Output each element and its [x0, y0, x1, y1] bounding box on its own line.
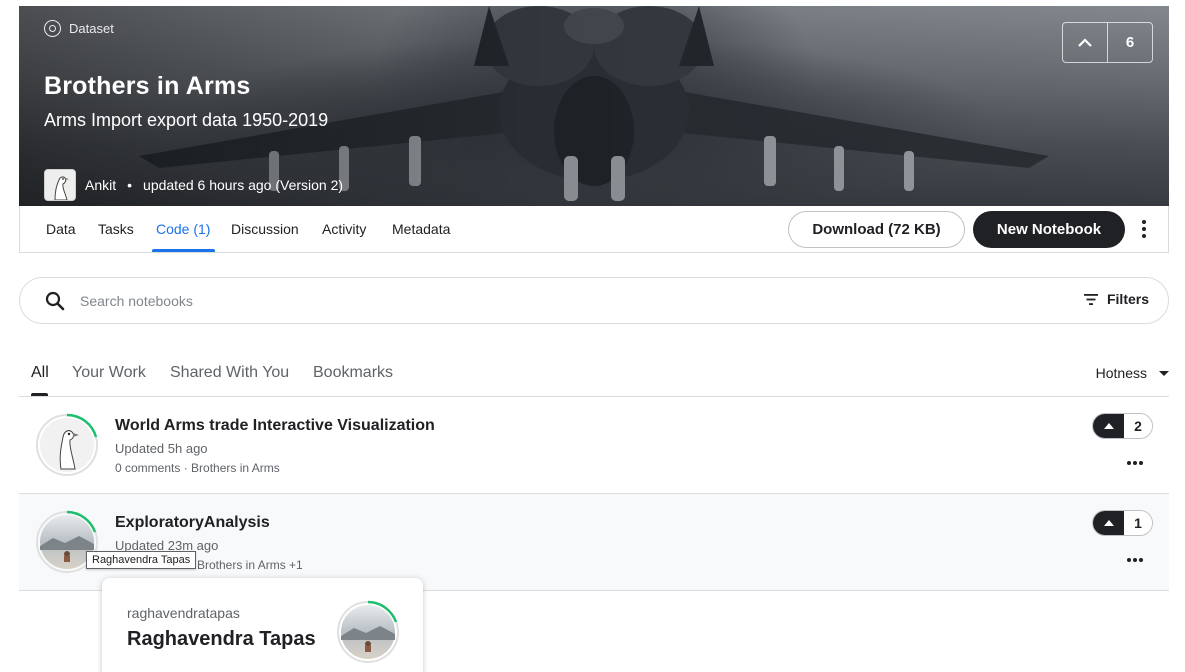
dataset-title: Brothers in Arms [44, 72, 251, 100]
tab-code[interactable]: Code (1) [156, 221, 210, 237]
owner-name-link[interactable]: Ankit [85, 177, 116, 193]
sort-dropdown[interactable]: Hotness [1096, 365, 1169, 381]
filters-button[interactable]: Filters [1083, 291, 1149, 307]
subtab-all[interactable]: All [31, 364, 49, 382]
sort-label: Hotness [1095, 365, 1147, 381]
hovercard-display-name[interactable]: Raghavendra Tapas [127, 628, 316, 651]
owner-avatar[interactable] [44, 169, 76, 201]
dataset-owner-line: Ankit • updated 6 hours ago (Version 2) [44, 169, 343, 201]
upvote-count: 6 [1125, 34, 1135, 51]
author-avatar[interactable] [35, 413, 99, 477]
subtab-bookmarks[interactable]: Bookmarks [313, 364, 393, 382]
notebook-vote-widget: 2 [1092, 413, 1153, 439]
dataset-icon [44, 20, 61, 37]
goose-avatar-icon [45, 170, 75, 200]
notebook-filter-tabs: All Your Work Shared With You Bookmarks … [19, 352, 1169, 397]
notebook-updated: Updated 5h ago [115, 441, 208, 456]
filters-label: Filters [1106, 291, 1149, 307]
subtab-your-work[interactable]: Your Work [72, 364, 146, 382]
filter-icon [1083, 293, 1098, 305]
notebook-title[interactable]: World Arms trade Interactive Visualizati… [115, 417, 435, 435]
search-input[interactable] [80, 290, 980, 312]
dataset-header-banner: Dataset Brothers in Arms Arms Import exp… [19, 6, 1169, 206]
more-horizontal-icon[interactable] [1127, 558, 1143, 562]
more-options-icon[interactable] [1134, 218, 1154, 240]
chevron-up-icon [1078, 37, 1092, 47]
search-icon [45, 291, 65, 311]
notebook-meta: 0 comments · Brothers in Arms [115, 461, 280, 475]
dataset-type-text: Dataset [69, 21, 114, 36]
download-button[interactable]: Download (72 KB) [788, 211, 965, 248]
upvote-button[interactable] [1093, 414, 1124, 438]
upvote-button[interactable] [1093, 511, 1124, 535]
caret-up-icon [1103, 520, 1114, 526]
dataset-type-label: Dataset [44, 20, 114, 37]
caret-down-icon [1159, 370, 1169, 376]
hovercard-avatar[interactable] [336, 600, 400, 664]
dataset-subtitle: Arms Import export data 1950-2019 [44, 110, 329, 130]
subtab-shared-with-you[interactable]: Shared With You [170, 364, 289, 382]
tab-tasks[interactable]: Tasks [98, 221, 134, 237]
upvote-button[interactable] [1063, 23, 1108, 62]
tab-metadata[interactable]: Metadata [392, 221, 450, 237]
hovercard-username: raghavendratapas [127, 605, 240, 621]
separator-dot: • [127, 177, 133, 193]
notebook-row[interactable]: ExploratoryAnalysis Updated 23m ago Brot… [19, 494, 1169, 591]
dataset-upvote-widget: 6 [1062, 22, 1153, 63]
tab-activity[interactable]: Activity [322, 221, 366, 237]
notebook-vote-widget: 1 [1092, 510, 1153, 536]
vote-count: 1 [1124, 511, 1152, 535]
tab-data[interactable]: Data [46, 221, 76, 237]
new-notebook-button[interactable]: New Notebook [973, 211, 1125, 248]
active-subtab-indicator [31, 393, 48, 396]
vote-count: 2 [1124, 414, 1152, 438]
active-tab-indicator [152, 249, 215, 252]
tab-discussion[interactable]: Discussion [231, 221, 299, 237]
notebook-search-bar: Filters [19, 277, 1169, 324]
caret-up-icon [1103, 423, 1114, 429]
author-tooltip: Raghavendra Tapas [86, 551, 197, 569]
notebook-title[interactable]: ExploratoryAnalysis [115, 514, 270, 532]
user-hover-card: raghavendratapas Raghavendra Tapas [102, 578, 423, 672]
notebook-meta: Brothers in Arms +1 [197, 558, 303, 572]
dataset-tab-bar: Data Tasks Code (1) Discussion Activity … [19, 206, 1169, 253]
updated-text: updated 6 hours ago (Version 2) [143, 177, 344, 193]
notebook-row[interactable]: World Arms trade Interactive Visualizati… [19, 397, 1169, 494]
more-horizontal-icon[interactable] [1127, 461, 1143, 465]
